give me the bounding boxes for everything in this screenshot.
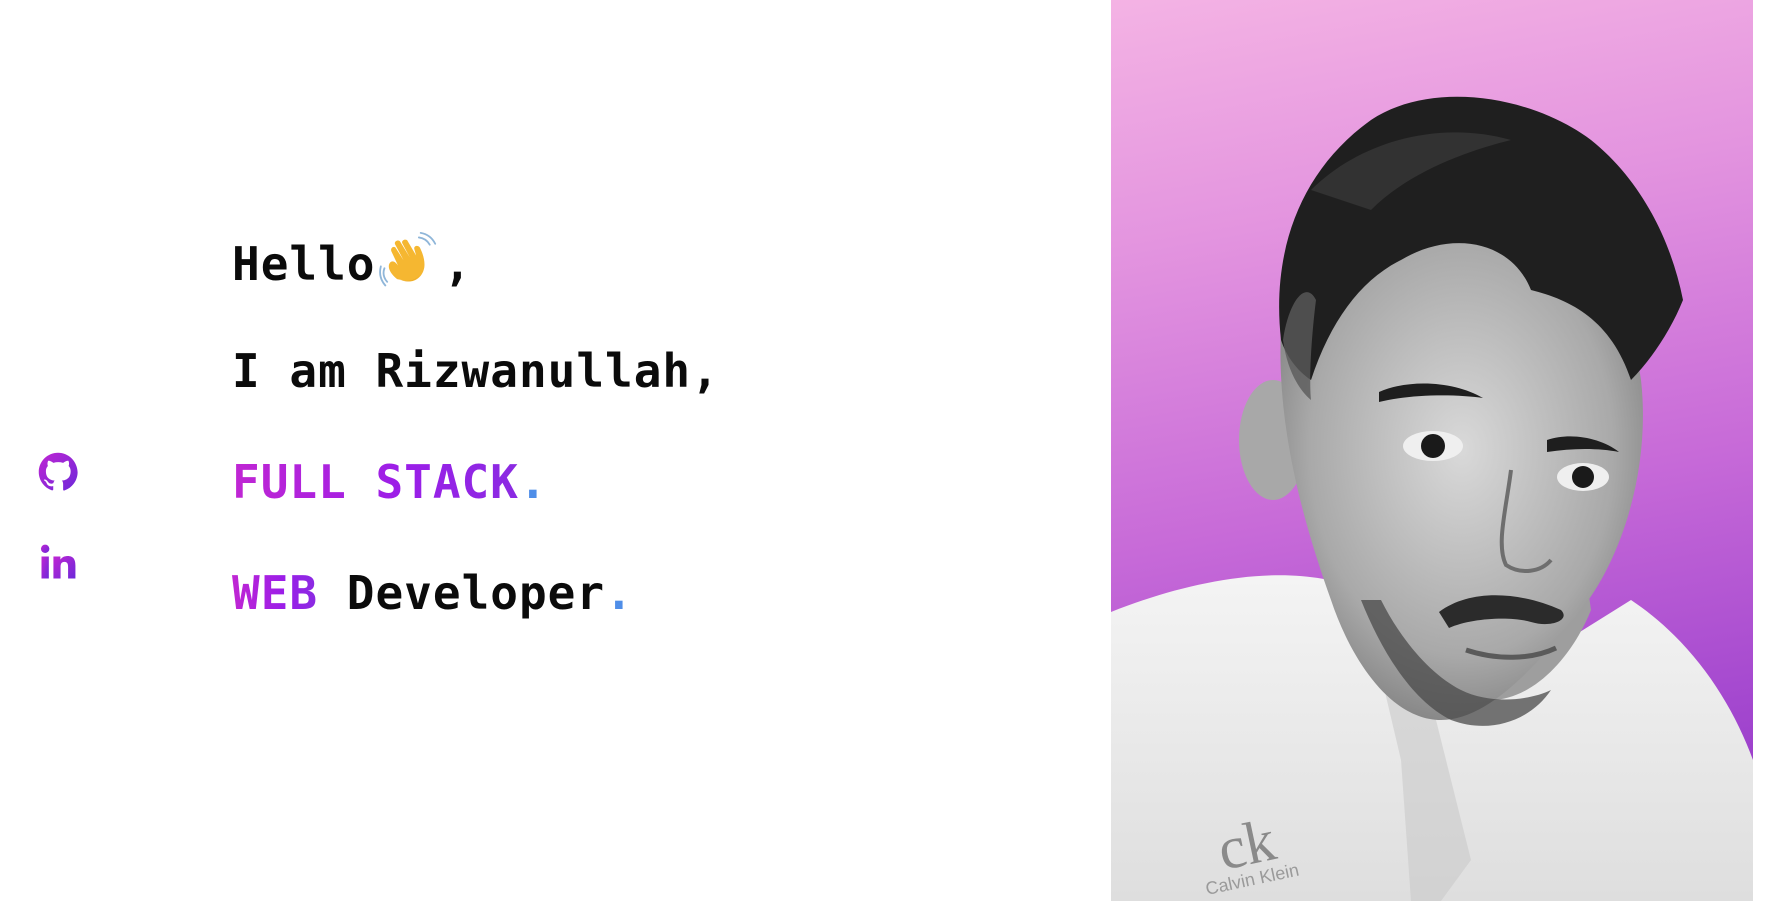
- greeting-comma: ,: [443, 237, 473, 291]
- linkedin-icon: [36, 540, 80, 584]
- role-line-1-dot: .: [518, 455, 548, 509]
- linkedin-link[interactable]: [36, 540, 80, 584]
- web-text: WEB: [232, 566, 319, 620]
- full-stack-text: FULL STACK: [232, 455, 519, 509]
- profile-photo: ck Calvin Klein: [1111, 0, 1753, 901]
- role-line-1: FULL STACK.: [232, 454, 1052, 510]
- hero-section: Hello , I am Rizwanullah, FULL STACK. WE…: [0, 0, 1782, 901]
- intro-text: Hello , I am Rizwanullah, FULL STACK. WE…: [232, 232, 1052, 676]
- portrait-illustration: ck Calvin Klein: [1111, 96, 1753, 901]
- role-line-2-dot: .: [605, 566, 634, 620]
- name-line: I am Rizwanullah,: [232, 344, 720, 398]
- github-icon: [36, 450, 80, 494]
- greeting-text: Hello: [232, 237, 376, 291]
- role-line-2: WEB Developer.: [232, 565, 1052, 621]
- developer-text: Developer: [318, 566, 606, 620]
- social-links: [36, 450, 82, 630]
- github-link[interactable]: [36, 450, 80, 494]
- greeting-line: Hello ,: [232, 232, 1052, 291]
- waving-hand-icon: [379, 232, 437, 290]
